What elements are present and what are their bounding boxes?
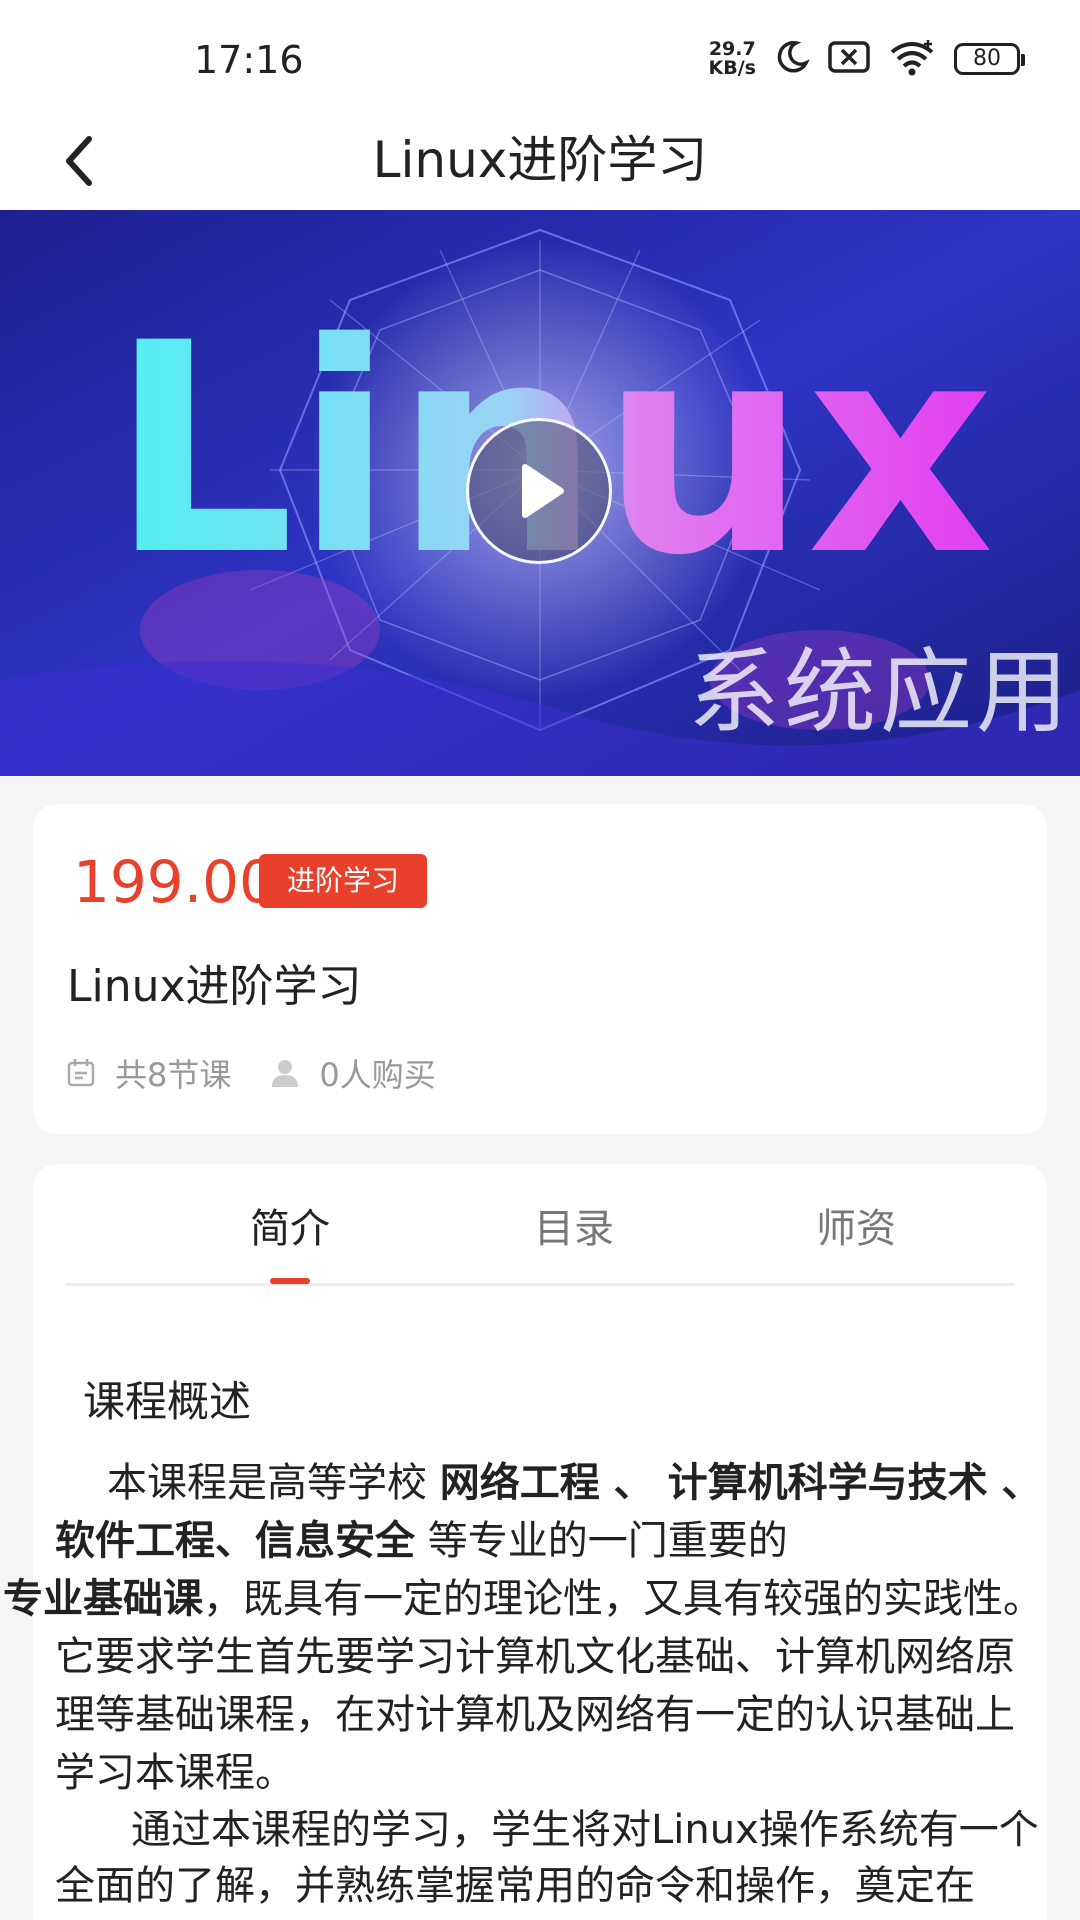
desc-highlight-course-type: 专业基础课 [3, 1576, 203, 1622]
battery-icon: 80 [954, 43, 1025, 75]
section-title: 课程概述 [83, 1377, 252, 1426]
description-paragraph-2: 通过本课程的学习，学生将对Linux操作系统有一个全面的了解，并熟练掌握常用的命… [55, 1807, 1039, 1909]
banner-subtitle: 系统应用 [688, 639, 1073, 746]
tab-catalog[interactable]: 目录 [534, 1196, 614, 1254]
network-speed: 29.7 KB/s [709, 40, 756, 78]
status-time: 17:16 [194, 38, 304, 82]
content-card: 简介 目录 师资 课程概述 本课程是高等学校 网络工程 、 计算机科学与技术 、… [3, 1164, 1047, 1920]
network-speed-unit: KB/s [708, 57, 756, 79]
description-paragraph-1: 本课程是高等学校 网络工程 、 计算机科学与技术 、 软件工程、信息安全 等专业… [3, 1454, 1045, 1802]
course-price: 199.00 [73, 848, 276, 916]
lesson-count-label: 共8节课 [115, 1056, 232, 1094]
desc-text: 等专业的一门重要的 [415, 1518, 788, 1564]
course-title: Linux进阶学习 [67, 961, 362, 1012]
tab-bar: 简介 目录 师资 [66, 1164, 1014, 1286]
tab-active-indicator [270, 1278, 310, 1284]
play-button[interactable] [466, 418, 612, 564]
play-icon [522, 464, 564, 518]
desc-text: ，既具有一定的理论性，又具有较强的实践性。它要求学生首先要学习计算机文化基础、计… [55, 1576, 1043, 1796]
sim-x-icon [828, 40, 870, 78]
wifi-icon [888, 38, 936, 80]
course-info-card: 199.00 进阶学习 Linux进阶学习 共8节课 0人购买 [33, 804, 1047, 1134]
tab-intro[interactable]: 简介 [250, 1196, 330, 1254]
buyer-count: 0人购买 [271, 1050, 436, 1096]
status-icons: 29.7 KB/s 80 [709, 38, 1025, 80]
lesson-count: 共8节课 [67, 1050, 231, 1096]
moon-icon [774, 39, 810, 79]
nav-bar: Linux进阶学习 [0, 112, 1080, 210]
level-badge: 进阶学习 [259, 854, 428, 908]
course-description: 本课程是高等学校 网络工程 、 计算机科学与技术 、 软件工程、信息安全 等专业… [3, 1454, 1045, 1914]
course-meta: 共8节课 0人购买 [67, 1050, 476, 1096]
tab-teachers[interactable]: 师资 [816, 1196, 896, 1254]
course-banner[interactable]: Linux 系统应用 [0, 210, 1080, 776]
calendar-icon [67, 1059, 95, 1087]
buyer-count-label: 0人购买 [319, 1056, 436, 1094]
desc-text: 本课程是高等学校 [107, 1460, 440, 1506]
user-icon [272, 1060, 299, 1087]
status-bar: 17:16 29.7 KB/s 80 [0, 0, 1080, 112]
page-title: Linux进阶学习 [372, 131, 708, 189]
